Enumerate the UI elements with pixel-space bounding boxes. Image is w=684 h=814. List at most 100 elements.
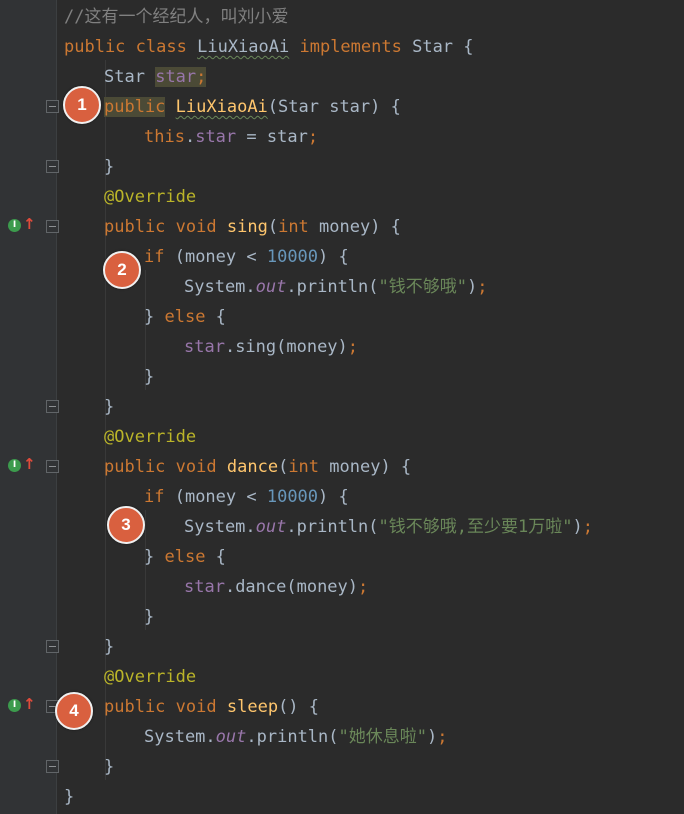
method-call: .println( — [286, 277, 379, 297]
code-line-brace: } — [104, 637, 115, 657]
paren: ) — [427, 727, 438, 747]
implements-method-icon[interactable]: I ↑ — [8, 456, 36, 474]
code-line-comment: //这有一个经纪人，叫刘小爱 — [64, 7, 289, 27]
interface-icon: I — [8, 699, 21, 712]
code-line-brace: } — [144, 367, 155, 387]
dot: . — [184, 127, 196, 147]
semicolon: ; — [477, 277, 488, 297]
code-line-brace: } — [104, 757, 115, 777]
semicolon: ; — [196, 67, 207, 87]
code-line-method-sing: public void sing(int money) { — [104, 212, 401, 242]
params: money) { — [308, 217, 401, 237]
static-field: out — [255, 517, 287, 537]
method-call: .dance(money) — [224, 577, 359, 597]
method-name: sleep — [226, 697, 279, 717]
code-line-method-sleep: public void sleep() { — [104, 692, 319, 722]
method-call: .println( — [286, 517, 379, 537]
code-line-if: if (money < 10000) { — [144, 242, 349, 272]
step-marker-3: 3 — [107, 506, 145, 544]
number-literal: 10000 — [266, 487, 319, 507]
fold-toggle[interactable] — [46, 760, 59, 773]
static-field: out — [215, 727, 247, 747]
condition: ) { — [318, 247, 349, 267]
paren: ( — [278, 457, 289, 477]
assignment: = star — [236, 127, 308, 147]
class-name: System — [144, 727, 206, 747]
semicolon: ; — [437, 727, 448, 747]
keyword: void — [175, 697, 217, 717]
params: () { — [278, 697, 320, 717]
fold-toggle[interactable] — [46, 220, 59, 233]
condition: ) { — [318, 487, 349, 507]
field-name: star — [184, 577, 225, 597]
code-line-annotation: @Override — [104, 427, 197, 447]
step-marker-1: 1 — [63, 86, 101, 124]
string-literal: "她休息啦" — [338, 727, 427, 747]
static-field: out — [255, 277, 287, 297]
constructor-name: LiuXiaoAi — [175, 97, 268, 117]
fold-toggle[interactable] — [46, 460, 59, 473]
code-line-brace: } — [104, 397, 115, 417]
code-line-brace: } — [104, 157, 115, 177]
class-name: LiuXiaoAi — [197, 37, 290, 57]
code-line-else: } else { — [144, 302, 226, 332]
code-editor[interactable]: //这有一个经纪人，叫刘小爱 public class LiuXiaoAi im… — [0, 0, 684, 814]
interface-icon: I — [8, 219, 21, 232]
interface-name: Star — [412, 37, 454, 57]
class-name: System — [184, 517, 246, 537]
keyword: this — [144, 127, 185, 147]
paren: ( — [267, 217, 279, 237]
params: money) { — [319, 457, 412, 477]
semicolon: ; — [307, 127, 319, 147]
paren: ) — [467, 277, 478, 297]
dot: . — [205, 727, 216, 747]
implements-method-icon[interactable]: I ↑ — [8, 216, 36, 234]
implements-method-icon[interactable]: I ↑ — [8, 696, 36, 714]
semicolon: ; — [347, 337, 359, 357]
code-line-method-dance: public void dance(int money) { — [104, 452, 411, 482]
keyword: void — [175, 217, 217, 237]
class-name: System — [184, 277, 246, 297]
step-marker-2: 2 — [103, 251, 141, 289]
semicolon: ; — [582, 517, 593, 537]
keyword: class — [135, 37, 187, 57]
code-line-annotation: @Override — [104, 187, 197, 207]
condition: (money < — [164, 487, 267, 507]
code-line-assignment: this.star = star; — [144, 122, 318, 152]
fold-toggle[interactable] — [46, 640, 59, 653]
brace: } — [144, 307, 165, 327]
method-name: dance — [226, 457, 279, 477]
keyword: public — [64, 37, 126, 57]
keyword: implements — [299, 37, 402, 57]
code-line-field: Star star; — [104, 62, 207, 92]
type-name: Star — [104, 67, 145, 87]
number-literal: 10000 — [266, 247, 319, 267]
brace: { — [205, 547, 226, 567]
method-call: .sing(money) — [224, 337, 348, 357]
brace: } — [144, 547, 165, 567]
keyword: public — [104, 97, 166, 117]
params: (Star star) { — [267, 97, 401, 117]
code-line-brace: } — [144, 607, 155, 627]
code-line-brace: } — [64, 787, 75, 807]
keyword: void — [175, 457, 217, 477]
condition: (money < — [164, 247, 267, 267]
keyword: public — [104, 697, 166, 717]
code-line-println: System.out.println("钱不够哦,至少要1万啦"); — [184, 512, 593, 542]
code-line-call: star.sing(money); — [184, 332, 358, 362]
step-marker-4: 4 — [55, 692, 93, 730]
keyword: if — [144, 487, 165, 507]
code-line-annotation: @Override — [104, 667, 197, 687]
code-line-if: if (money < 10000) { — [144, 482, 349, 512]
keyword: else — [164, 547, 206, 567]
keyword: if — [144, 247, 165, 267]
code-line-println: System.out.println("钱不够哦"); — [184, 272, 488, 302]
dot: . — [245, 517, 256, 537]
fold-toggle[interactable] — [46, 100, 59, 113]
fold-toggle[interactable] — [46, 400, 59, 413]
method-call: .println( — [246, 727, 339, 747]
method-name: sing — [226, 217, 268, 237]
fold-toggle[interactable] — [46, 160, 59, 173]
field-name: star — [184, 337, 225, 357]
string-literal: "钱不够哦" — [378, 277, 467, 297]
